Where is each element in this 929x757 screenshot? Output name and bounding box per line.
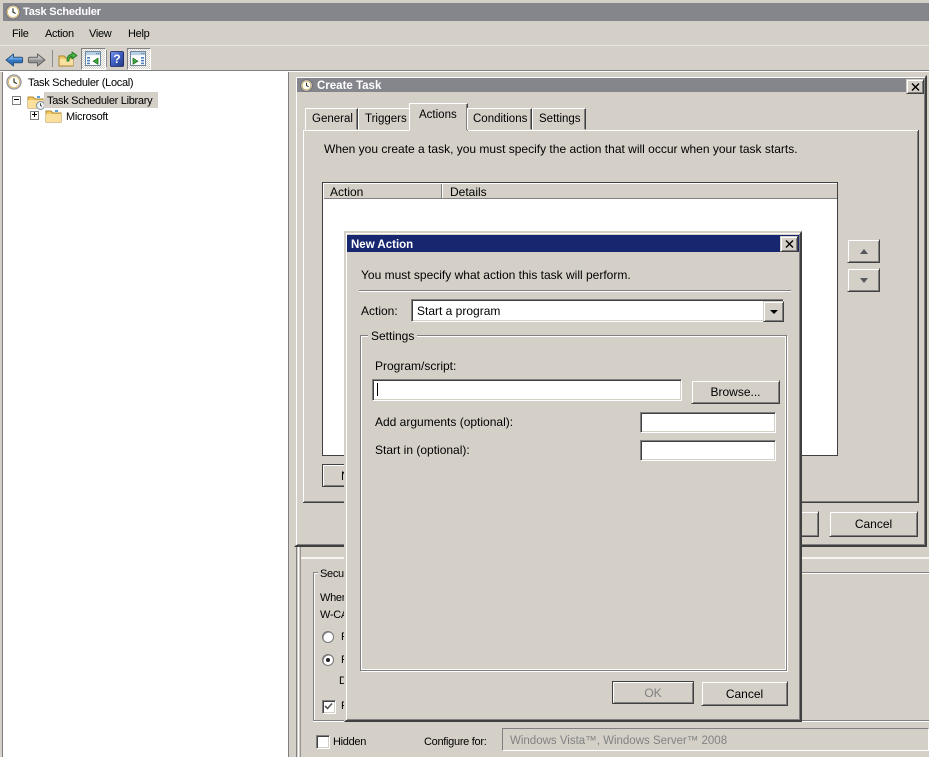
svg-text:?: ? (113, 52, 120, 66)
